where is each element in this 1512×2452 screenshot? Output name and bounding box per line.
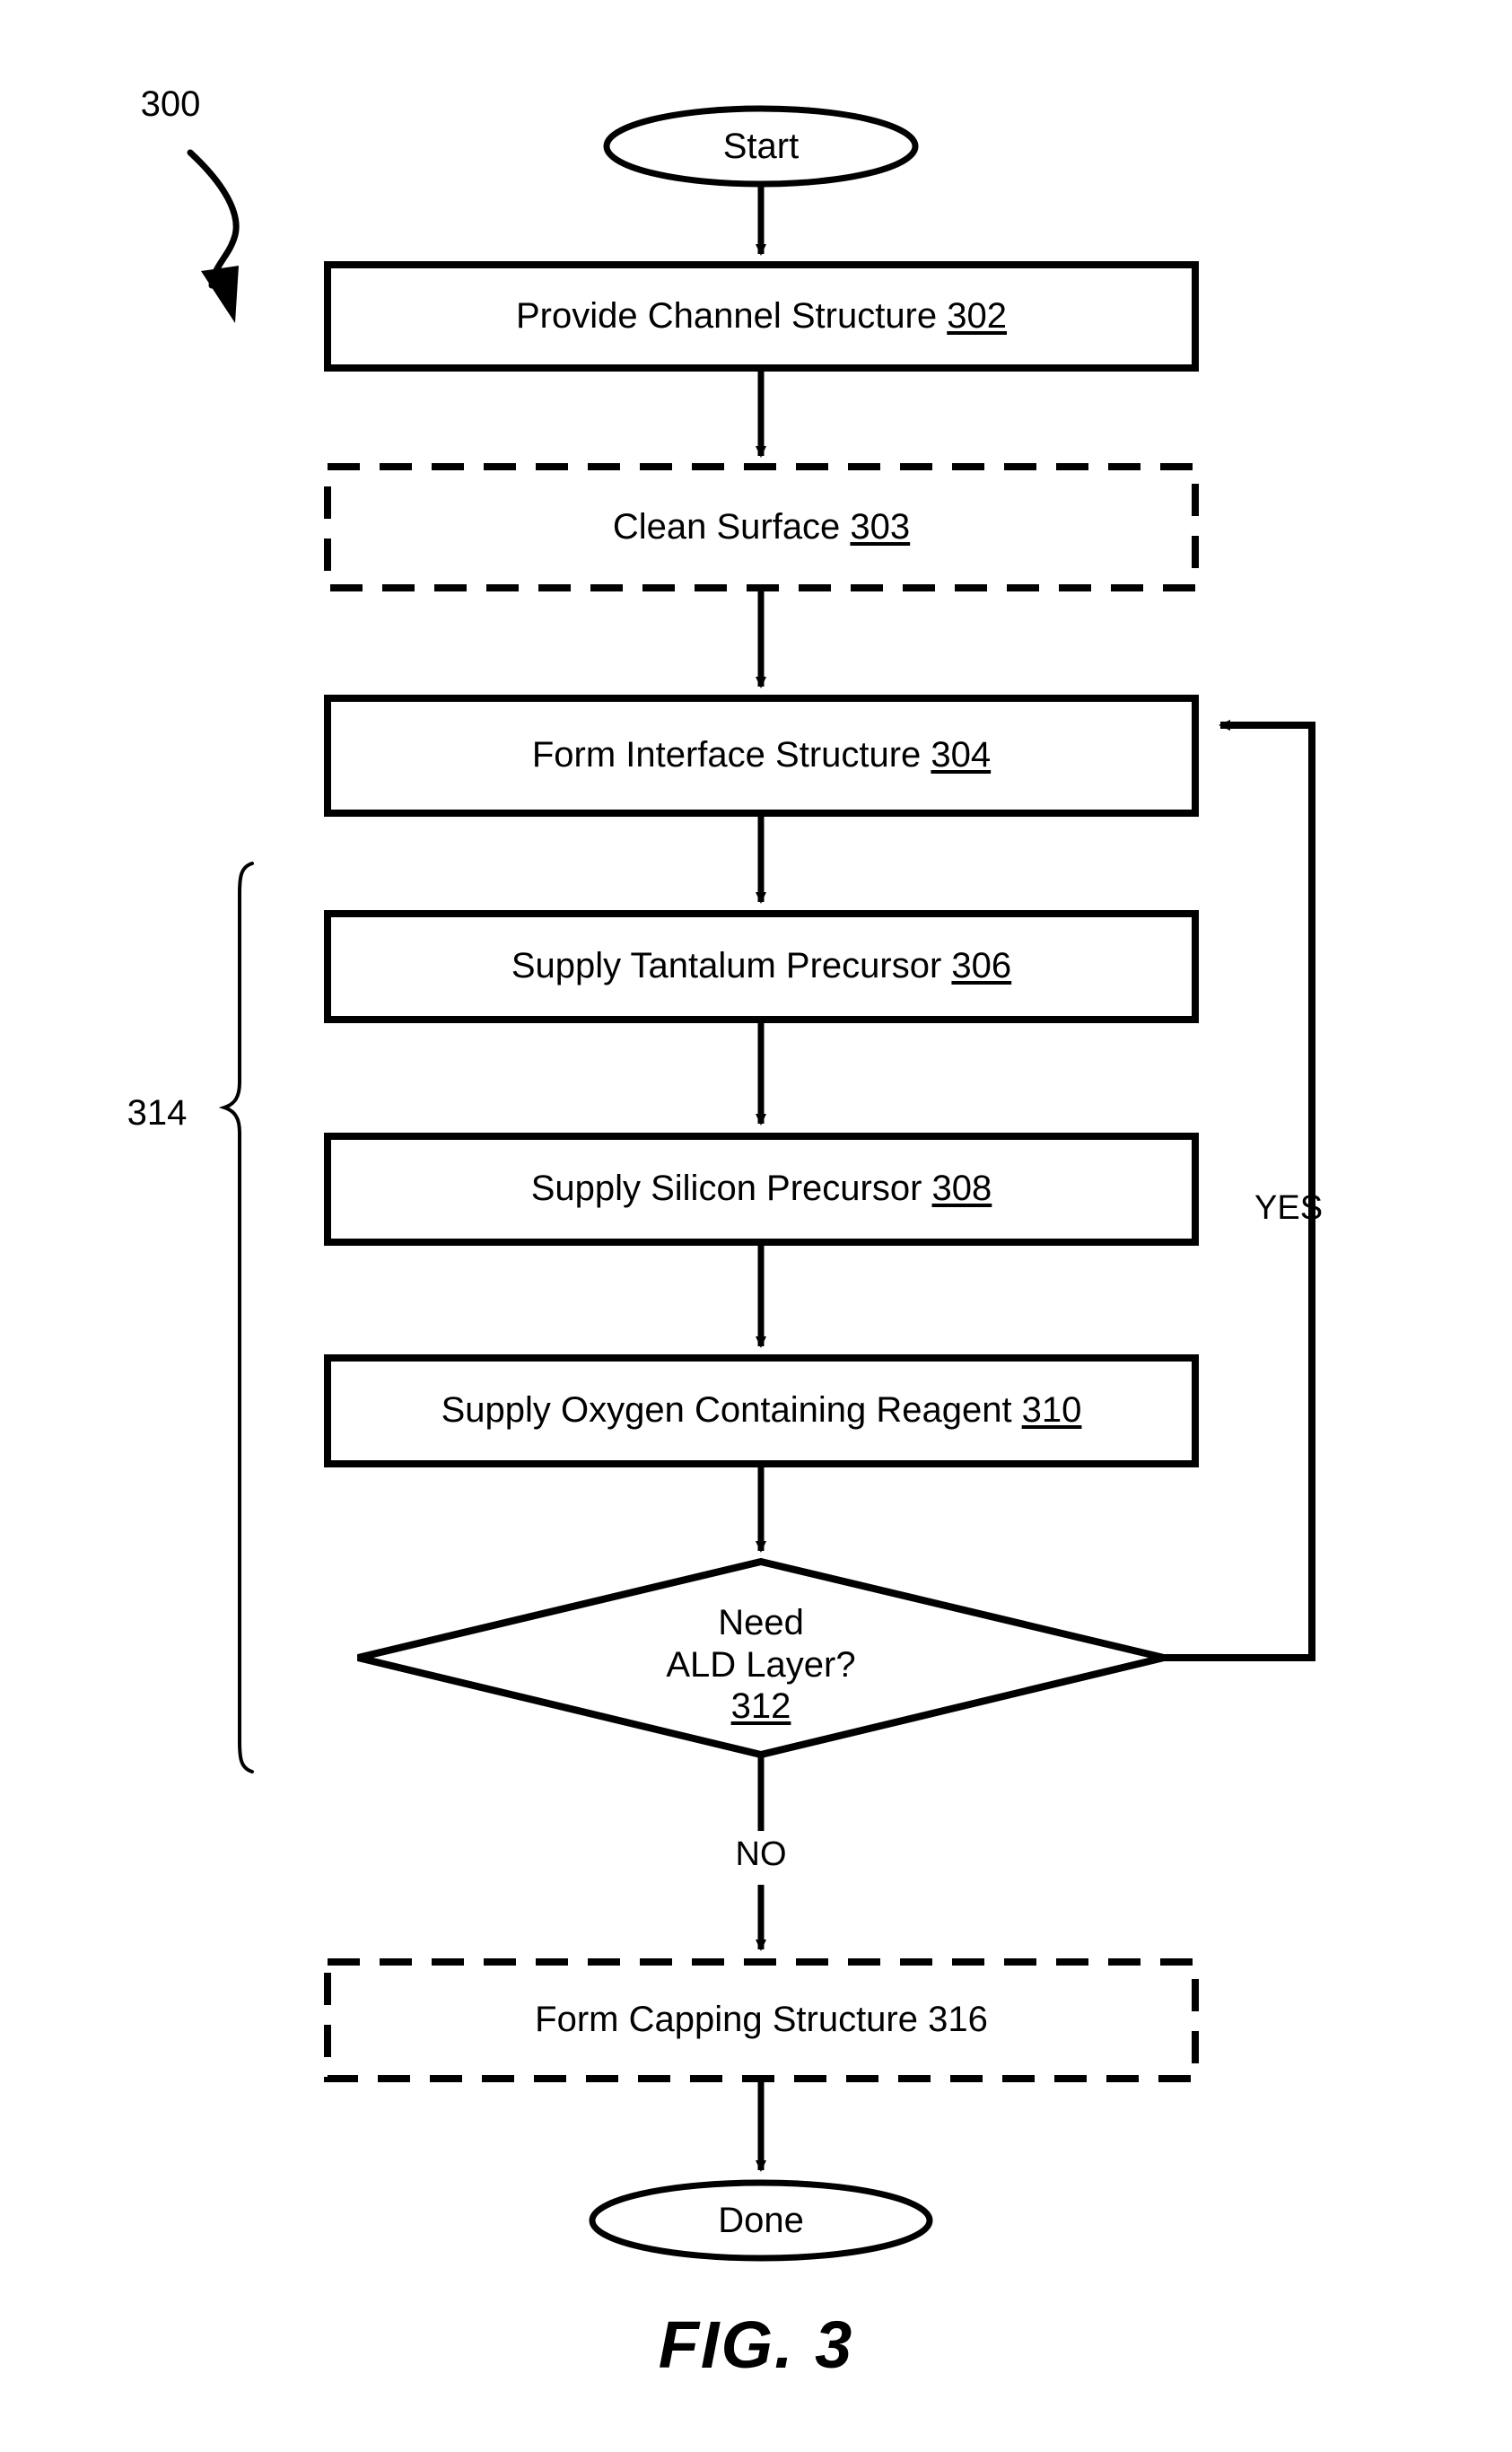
figure-lead-arrow (187, 149, 240, 323)
figure-page: Start Provide Channel Structure 302 Clea… (0, 0, 1512, 2452)
node-308-shape (324, 1133, 1199, 1246)
flowchart-canvas (187, 105, 1315, 2262)
node-302-shape (324, 261, 1199, 372)
node-310-shape (324, 1354, 1199, 1467)
node-316-shape (324, 1958, 1199, 2082)
node-303-shape (324, 463, 1199, 591)
node-306-shape (324, 910, 1199, 1023)
node-312-shape (357, 1557, 1165, 1759)
node-done-shape (589, 2179, 933, 2262)
node-304-shape (324, 695, 1199, 817)
group-bracket-314 (218, 862, 254, 1773)
node-start-shape (603, 105, 919, 188)
figure-caption: FIG. 3 (658, 2308, 854, 2382)
